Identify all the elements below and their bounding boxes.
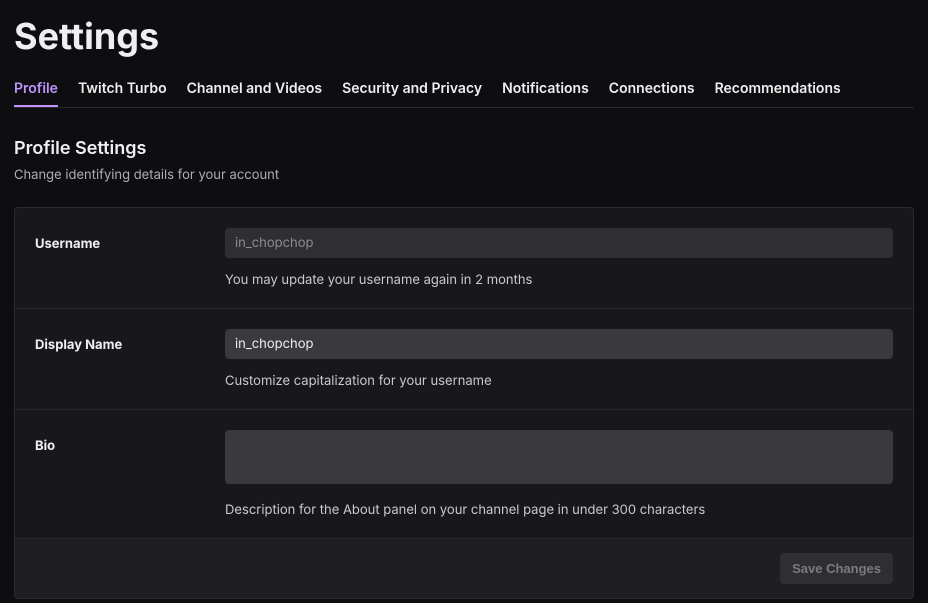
tab-security-and-privacy[interactable]: Security and Privacy (342, 80, 482, 105)
section-subtitle: Change identifying details for your acco… (14, 167, 914, 183)
row-username: Username You may update your username ag… (15, 208, 913, 309)
display-name-input[interactable] (225, 329, 893, 359)
tab-twitch-turbo[interactable]: Twitch Turbo (78, 80, 167, 105)
username-input (225, 228, 893, 258)
tab-notifications[interactable]: Notifications (502, 80, 589, 105)
card-footer: Save Changes (15, 539, 913, 598)
display-name-helper: Customize capitalization for your userna… (225, 373, 893, 389)
save-button[interactable]: Save Changes (780, 553, 893, 584)
display-name-label: Display Name (35, 329, 205, 389)
page-title: Settings (14, 14, 914, 58)
tab-recommendations[interactable]: Recommendations (715, 80, 841, 105)
username-helper: You may update your username again in 2 … (225, 272, 893, 288)
tab-profile[interactable]: Profile (14, 80, 58, 107)
bio-label: Bio (35, 430, 205, 518)
bio-helper: Description for the About panel on your … (225, 502, 893, 518)
tab-connections[interactable]: Connections (609, 80, 695, 105)
profile-settings-card: Username You may update your username ag… (14, 207, 914, 599)
row-bio: Bio Description for the About panel on y… (15, 410, 913, 539)
tab-channel-and-videos[interactable]: Channel and Videos (187, 80, 322, 105)
username-label: Username (35, 228, 205, 288)
bio-textarea[interactable] (225, 430, 893, 484)
row-display-name: Display Name Customize capitalization fo… (15, 309, 913, 410)
settings-tabs: Profile Twitch Turbo Channel and Videos … (14, 80, 914, 108)
section-title: Profile Settings (14, 138, 914, 159)
